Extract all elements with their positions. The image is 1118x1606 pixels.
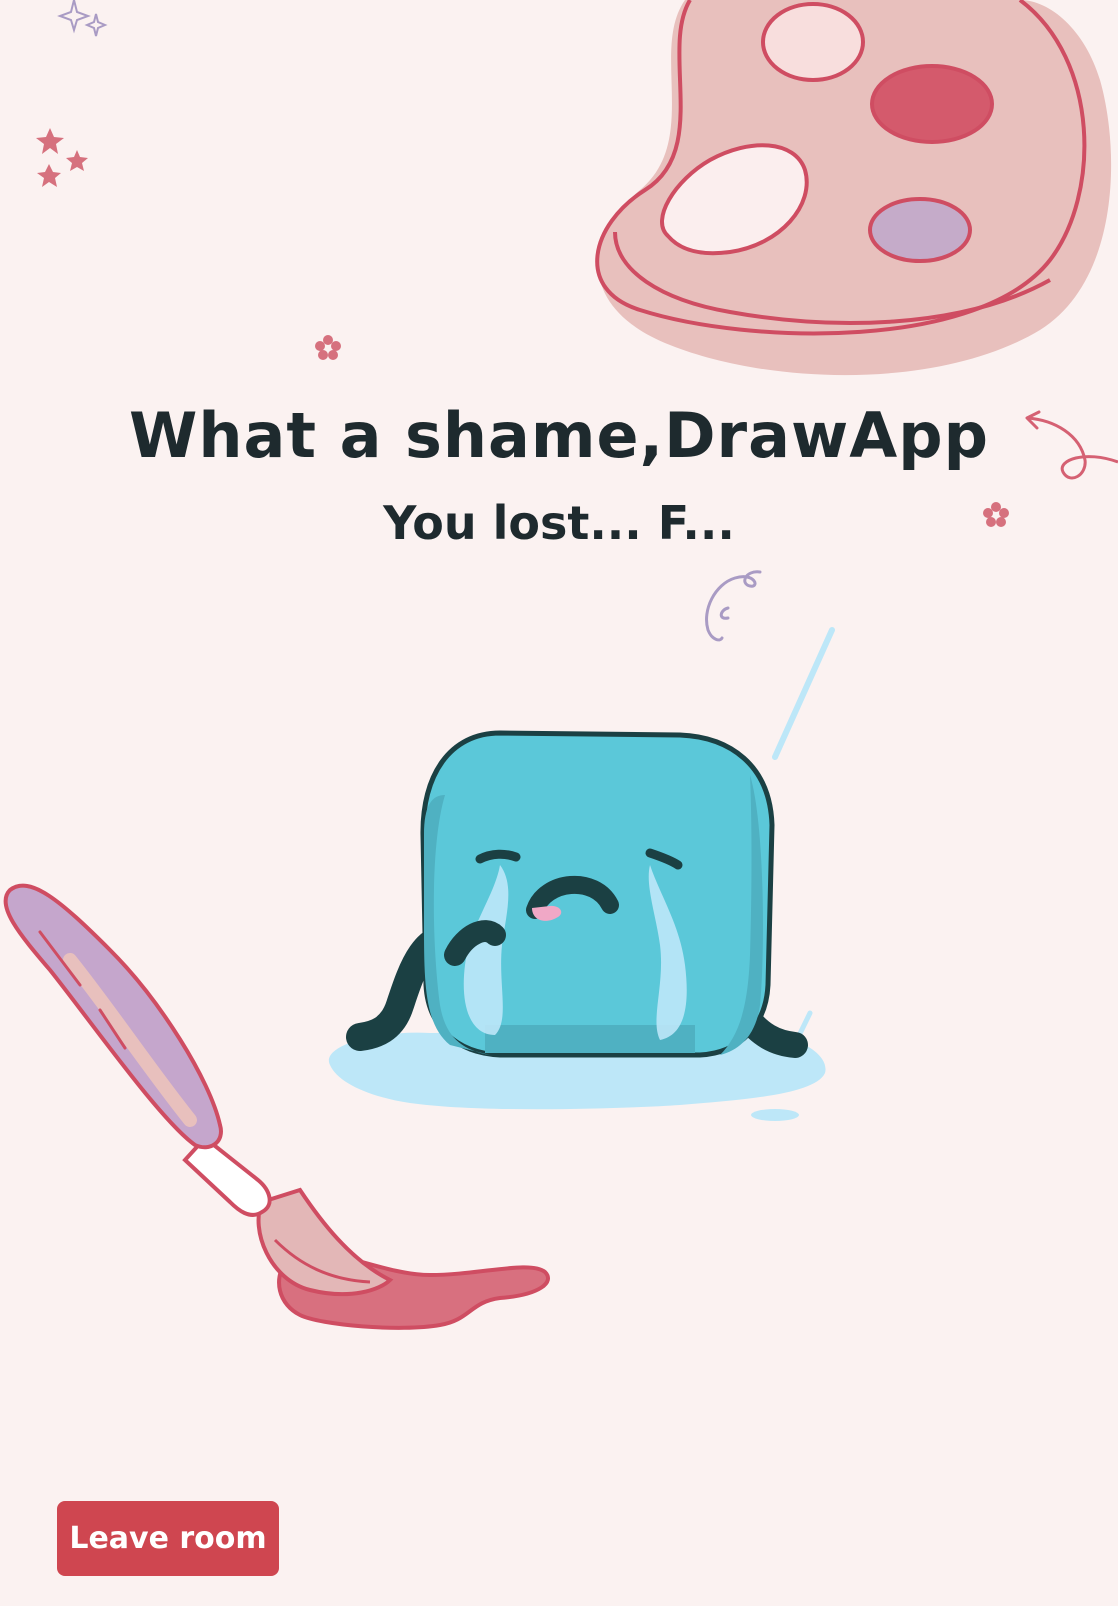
result-subline: You lost... F...	[383, 496, 735, 550]
result-headline: What a shame,DrawApp	[129, 399, 989, 472]
sparkle-icon	[57, 0, 108, 37]
leave-room-button[interactable]: Leave room	[57, 1501, 279, 1576]
game-over-screen: What a shame,DrawApp You lost... F... Le…	[0, 0, 1118, 1606]
paint-palette-icon	[595, 0, 1112, 376]
paintbrush-icon	[3, 883, 550, 1330]
star-icon	[36, 128, 88, 187]
flower-icon	[315, 335, 341, 360]
